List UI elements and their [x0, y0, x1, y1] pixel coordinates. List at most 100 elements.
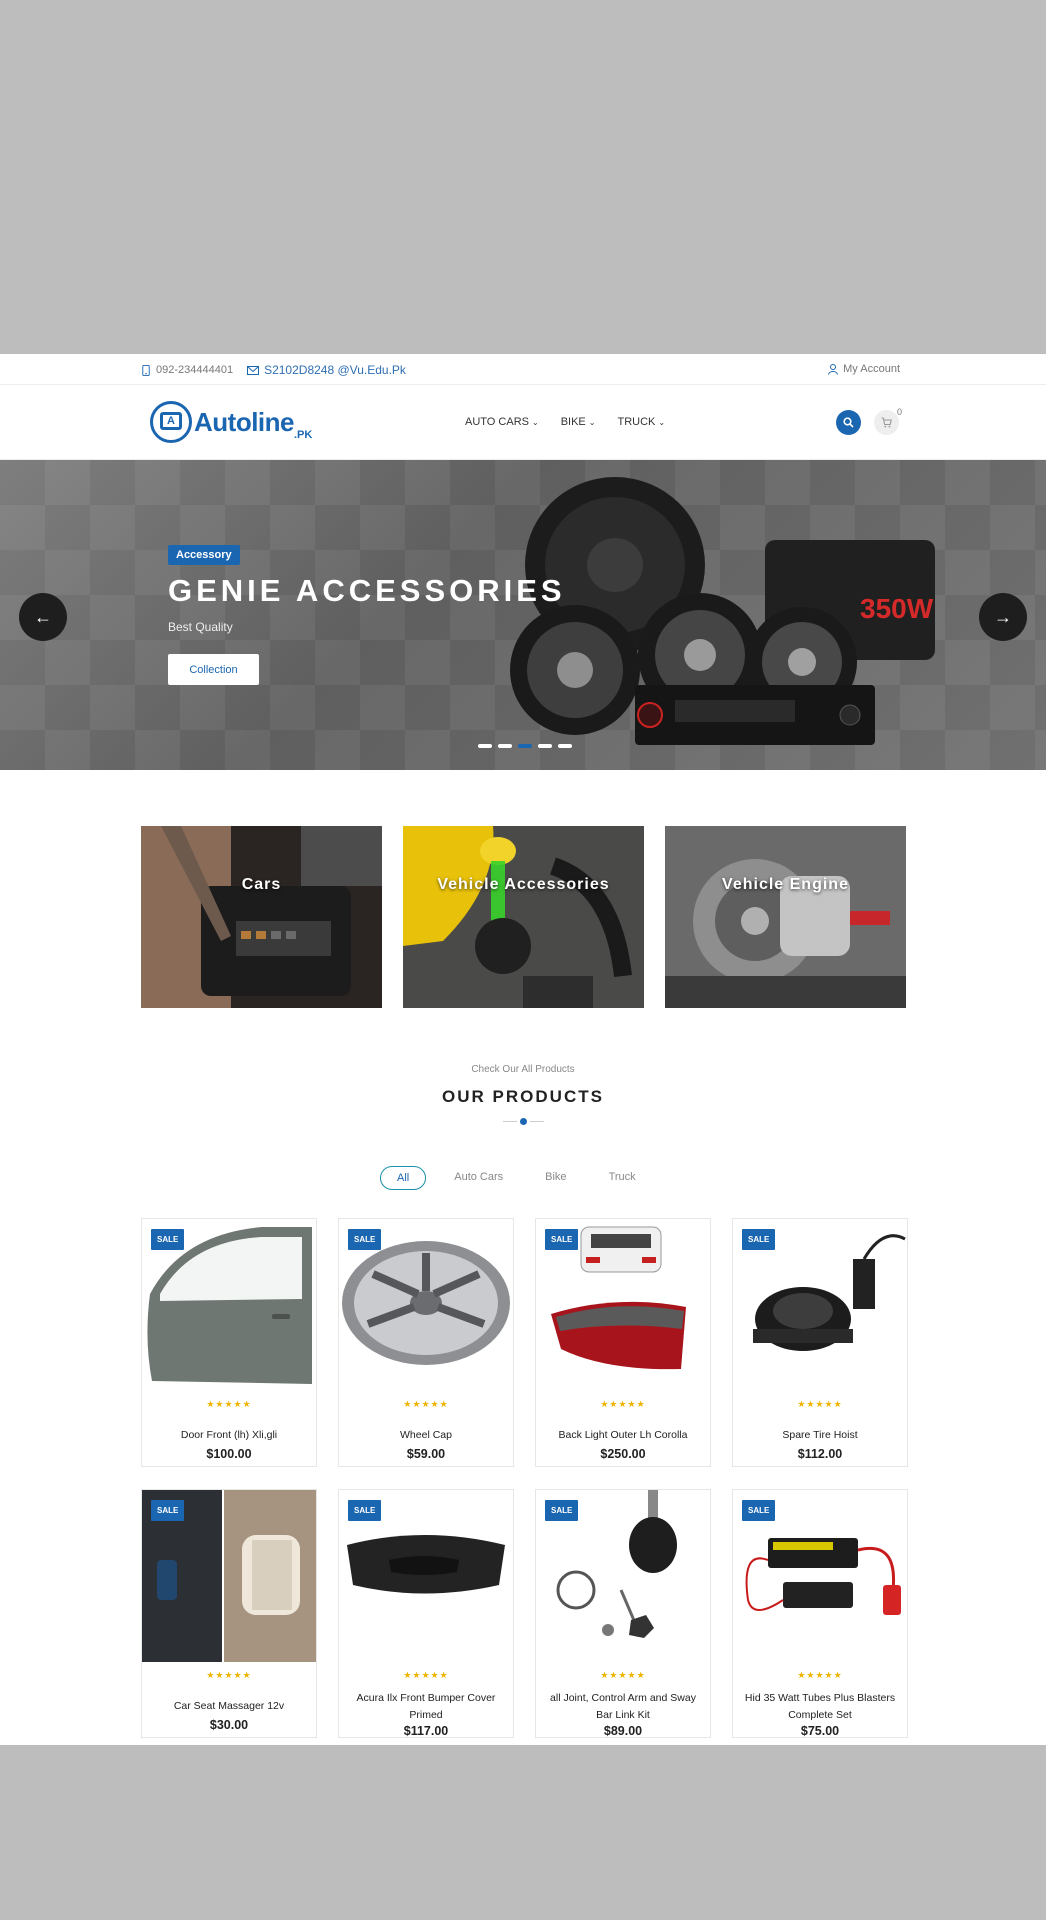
category-cars-label: Cars	[241, 876, 282, 893]
logo-tld: .PK	[294, 429, 313, 441]
rating-stars: ★★★★★	[403, 1399, 449, 1409]
rating-stars: ★★★★★	[206, 1670, 252, 1680]
product-card[interactable]: SALE ★★★★★ Back Light Outer Lh Corolla $…	[535, 1218, 711, 1467]
product-price: $59.00	[406, 1447, 446, 1461]
product-price: $112.00	[797, 1447, 843, 1461]
product-card[interactable]: SALE ★★★★★ Wheel Cap $59.00	[338, 1218, 514, 1467]
collection-button[interactable]: Collection	[168, 654, 259, 685]
product-name[interactable]: Spare Tire Hoist	[739, 1427, 901, 1444]
nav-bike-label: BIKE	[560, 416, 586, 428]
product-card[interactable]: SALE ★★★★★ Spare Tire Hoist $112.00	[732, 1218, 908, 1467]
product-card[interactable]: SALE ★★★★★ Acura Ilx Front Bumper Cover …	[338, 1489, 514, 1738]
filter-all[interactable]: All	[380, 1166, 427, 1190]
main-header: A Autoline .PK AUTO CARS ⌄ BIKE ⌄ TRUCK ⌄ 0	[0, 385, 1046, 460]
page: 092-234444401 S2102D8248 @Vu.Edu.Pk My A…	[0, 354, 1046, 1745]
rating-stars: ★★★★★	[206, 1399, 252, 1409]
phone-number: 092-234444401	[156, 364, 234, 376]
slider-next-button[interactable]: →	[979, 593, 1027, 641]
arrow-right-icon: →	[994, 606, 1012, 627]
slider-dots	[478, 744, 572, 748]
sale-badge: SALE	[545, 1229, 579, 1250]
product-name[interactable]: Car Seat Massager 12v	[148, 1698, 310, 1715]
chevron-down-icon: ⌄	[588, 417, 596, 427]
chevron-down-icon: ⌄	[531, 417, 539, 427]
slider-dot[interactable]	[518, 744, 532, 748]
audio-equipment-image: 350W	[510, 477, 935, 745]
product-name[interactable]: Hid 35 Watt Tubes Plus Blasters Complete…	[739, 1690, 901, 1724]
sale-badge: SALE	[742, 1229, 776, 1250]
engine-oil-image	[403, 826, 644, 1008]
cart-button[interactable]	[874, 410, 899, 435]
chevron-down-icon: ⌄	[658, 417, 666, 427]
rating-stars: ★★★★★	[403, 1670, 449, 1680]
product-price: $89.00	[603, 1724, 643, 1738]
product-price: $100.00	[206, 1447, 252, 1461]
slider-dot[interactable]	[498, 744, 512, 748]
filter-truck[interactable]: Truck	[595, 1166, 650, 1190]
hero-subtitle: Best Quality	[168, 620, 233, 634]
products-title: OUR PRODUCTS	[442, 1087, 604, 1106]
brake-disc-image	[665, 826, 906, 1008]
product-price: $30.00	[209, 1718, 249, 1732]
gear-shifter-image	[141, 826, 382, 1008]
mail-icon	[247, 365, 260, 375]
product-price: $250.00	[600, 1447, 646, 1461]
product-name[interactable]: all Joint, Control Arm and Sway Bar Link…	[542, 1690, 704, 1724]
svg-text:350W: 350W	[860, 593, 934, 624]
main-nav: AUTO CARS ⌄ BIKE ⌄ TRUCK ⌄	[465, 416, 665, 428]
slider-dot[interactable]	[478, 744, 492, 748]
phone-icon	[142, 364, 150, 376]
nav-truck[interactable]: TRUCK ⌄	[617, 416, 665, 428]
phone-contact[interactable]: 092-234444401	[141, 364, 233, 376]
logo-mark-icon: A	[150, 401, 192, 443]
sale-badge: SALE	[151, 1229, 185, 1250]
filter-bike[interactable]: Bike	[531, 1166, 580, 1190]
product-name[interactable]: Acura Ilx Front Bumper Cover Primed	[345, 1690, 507, 1724]
product-card[interactable]: SALE ★★★★★ all Joint, Control Arm and Sw…	[535, 1489, 711, 1738]
product-name[interactable]: Door Front (lh) Xli,gli	[148, 1427, 310, 1444]
product-name[interactable]: Back Light Outer Lh Corolla	[542, 1427, 704, 1444]
user-icon	[828, 363, 839, 375]
product-card[interactable]: SALE ★★★★★ Hid 35 Watt Tubes Plus Blaste…	[732, 1489, 908, 1738]
search-button[interactable]	[836, 410, 861, 435]
nav-bike[interactable]: BIKE ⌄	[561, 416, 596, 428]
filter-auto-cars[interactable]: Auto Cars	[440, 1166, 517, 1190]
category-vehicle-engine[interactable]: Vehicle Engine	[665, 826, 906, 1008]
product-card[interactable]: SALE ★★★★★ Door Front (lh) Xli,gli $100.…	[141, 1218, 317, 1467]
sale-badge: SALE	[348, 1229, 382, 1250]
sale-badge: SALE	[545, 1500, 579, 1521]
sale-badge: SALE	[742, 1500, 776, 1521]
logo[interactable]: A Autoline .PK	[150, 401, 312, 443]
slider-dot[interactable]	[558, 744, 572, 748]
rating-stars: ★★★★★	[600, 1399, 646, 1409]
slider-prev-button[interactable]: ←	[19, 593, 67, 641]
email-contact[interactable]: S2102D8248 @Vu.Edu.Pk	[247, 363, 406, 377]
product-name[interactable]: Wheel Cap	[345, 1427, 507, 1444]
hero-slider: 350W Accessory GENIE ACCESSORIES Best Qu…	[0, 460, 1046, 770]
product-price: $117.00	[403, 1724, 449, 1738]
category-vehicle-engine-label: Vehicle Engine	[722, 876, 849, 893]
products-pre-title: Check Our All Products	[471, 1064, 575, 1075]
logo-name: Autoline	[194, 406, 295, 437]
rating-stars: ★★★★★	[797, 1399, 843, 1409]
my-account-link[interactable]: My Account	[828, 363, 900, 375]
my-account-label: My Account	[843, 363, 900, 375]
product-price: $75.00	[800, 1724, 840, 1738]
arrow-left-icon: ←	[34, 606, 52, 627]
hero-badge: Accessory	[168, 545, 240, 565]
rating-stars: ★★★★★	[600, 1670, 646, 1680]
section-divider	[503, 1118, 544, 1126]
cart-icon	[881, 417, 892, 428]
product-filters: All Auto Cars Bike Truck	[380, 1166, 664, 1190]
product-card[interactable]: SALE ★★★★★ Car Seat Massager 12v $30.00	[141, 1489, 317, 1738]
category-cars[interactable]: Cars	[141, 826, 382, 1008]
top-bar: 092-234444401 S2102D8248 @Vu.Edu.Pk My A…	[0, 354, 1046, 385]
slider-dot[interactable]	[538, 744, 552, 748]
cart-count: 0	[897, 407, 903, 417]
category-vehicle-accessories[interactable]: Vehicle Accessories	[403, 826, 644, 1008]
category-vehicle-accessories-label: Vehicle Accessories	[437, 876, 610, 893]
nav-auto-cars[interactable]: AUTO CARS ⌄	[465, 416, 539, 428]
nav-truck-label: TRUCK	[617, 416, 656, 428]
sale-badge: SALE	[348, 1500, 382, 1521]
category-banners: Cars Vehicle Accessories Vehicle Engine	[141, 826, 906, 1008]
